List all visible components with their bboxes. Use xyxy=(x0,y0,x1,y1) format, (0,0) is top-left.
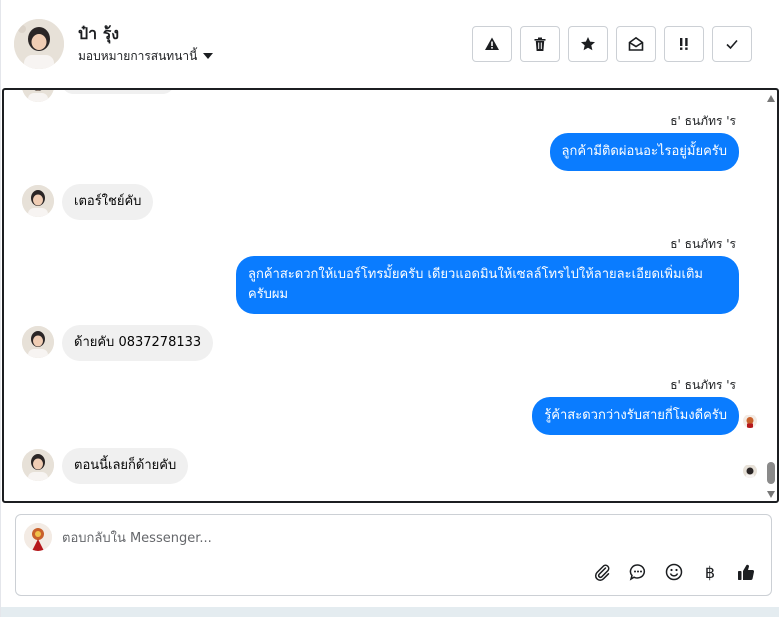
chat-bubble-icon xyxy=(629,564,646,581)
like-button[interactable] xyxy=(735,561,757,583)
envelope-open-icon xyxy=(628,36,644,51)
conversation-page: ป๋า รุ้ง มอบหมายการสนทนานี้ ธ' ธนภัทร 'ร… xyxy=(0,0,779,617)
baht-icon: ฿ xyxy=(704,562,716,582)
message-bubble-incoming[interactable]: เตอร์ใชย์คับ xyxy=(62,184,154,220)
message-bubble-outgoing[interactable]: ลูกค้ามีติดผ่อนอะไรอยู่มั้ยครับ xyxy=(549,133,739,171)
sender-name: ธ' ธนภัทร 'ร xyxy=(670,237,736,251)
scroll-up-arrow-icon[interactable] xyxy=(767,95,775,102)
assign-conversation-dropdown[interactable]: มอบหมายการสนทนานี้ xyxy=(78,47,214,66)
contact-avatar-small xyxy=(22,449,54,481)
composer-toolbar: ฿ xyxy=(591,561,757,583)
follow-up-icon xyxy=(680,38,688,50)
reply-composer: ฿ xyxy=(15,514,772,596)
action-toolbar xyxy=(472,26,752,62)
message-thread[interactable]: ธ' ธนภัทร 'ร ลูกค้ามีติดผ่อนอะไรอยู่มั้ย… xyxy=(2,88,779,503)
sender-name: ธ' ธนภัทร 'ร xyxy=(670,378,736,392)
message-bubble-incoming[interactable]: ด้ายคับ 0837278133 xyxy=(62,325,214,361)
contact-avatar-small xyxy=(22,185,54,217)
page-avatar xyxy=(24,523,52,551)
emoji-icon xyxy=(665,563,683,581)
delete-button[interactable] xyxy=(520,26,560,62)
message-bubble-incoming xyxy=(62,90,174,94)
contact-name: ป๋า รุ้ง xyxy=(78,24,120,43)
message-text-line: ครับผม xyxy=(248,287,289,302)
contact-avatar[interactable] xyxy=(14,19,64,69)
mark-spam-button[interactable] xyxy=(472,26,512,62)
thread-scrollbar[interactable] xyxy=(765,90,777,501)
scrollbar-thumb[interactable] xyxy=(767,462,775,484)
message-bubble-incoming[interactable]: ตอนนี้เลยก็ด้ายคับ xyxy=(62,448,189,484)
contact-avatar-small xyxy=(22,90,54,102)
check-icon xyxy=(726,39,738,50)
assign-label: มอบหมายการสนทนานี้ xyxy=(78,49,198,63)
mark-done-button[interactable] xyxy=(712,26,752,62)
seen-avatar xyxy=(743,464,757,478)
conversation-header: ป๋า รุ้ง มอบหมายการสนทนานี้ xyxy=(1,0,779,88)
emoji-button[interactable] xyxy=(663,561,685,583)
sender-name: ธ' ธนภัทร 'ร xyxy=(670,114,736,128)
footer-bar xyxy=(1,607,779,617)
seen-avatar xyxy=(743,414,757,428)
warning-icon xyxy=(485,37,499,50)
contact-avatar-small xyxy=(22,326,54,358)
attach-button[interactable] xyxy=(591,561,613,583)
message-bubble-outgoing[interactable]: รู้ค้าสะดวกว่างรับสายกี่โมงดีครับ xyxy=(532,397,739,435)
paperclip-icon xyxy=(594,564,610,581)
scroll-down-arrow-icon[interactable] xyxy=(767,491,775,498)
thumbs-up-icon xyxy=(738,564,755,581)
star-button[interactable] xyxy=(568,26,608,62)
trash-icon xyxy=(534,37,546,51)
mark-unread-button[interactable] xyxy=(616,26,656,62)
message-bubble-outgoing[interactable]: ลูกค้าสะดวกให้เบอร์โทรมั้ยครับ เดียวแอดม… xyxy=(236,256,739,314)
caret-down-icon xyxy=(203,52,214,59)
star-icon xyxy=(581,37,595,51)
reply-input[interactable] xyxy=(62,527,742,549)
message-text-line: ลูกค้าสะดวกให้เบอร์โทรมั้ยครับ เดียวแอดม… xyxy=(248,267,703,282)
saved-replies-button[interactable] xyxy=(627,561,649,583)
follow-up-button[interactable] xyxy=(664,26,704,62)
payment-button[interactable]: ฿ xyxy=(699,561,721,583)
